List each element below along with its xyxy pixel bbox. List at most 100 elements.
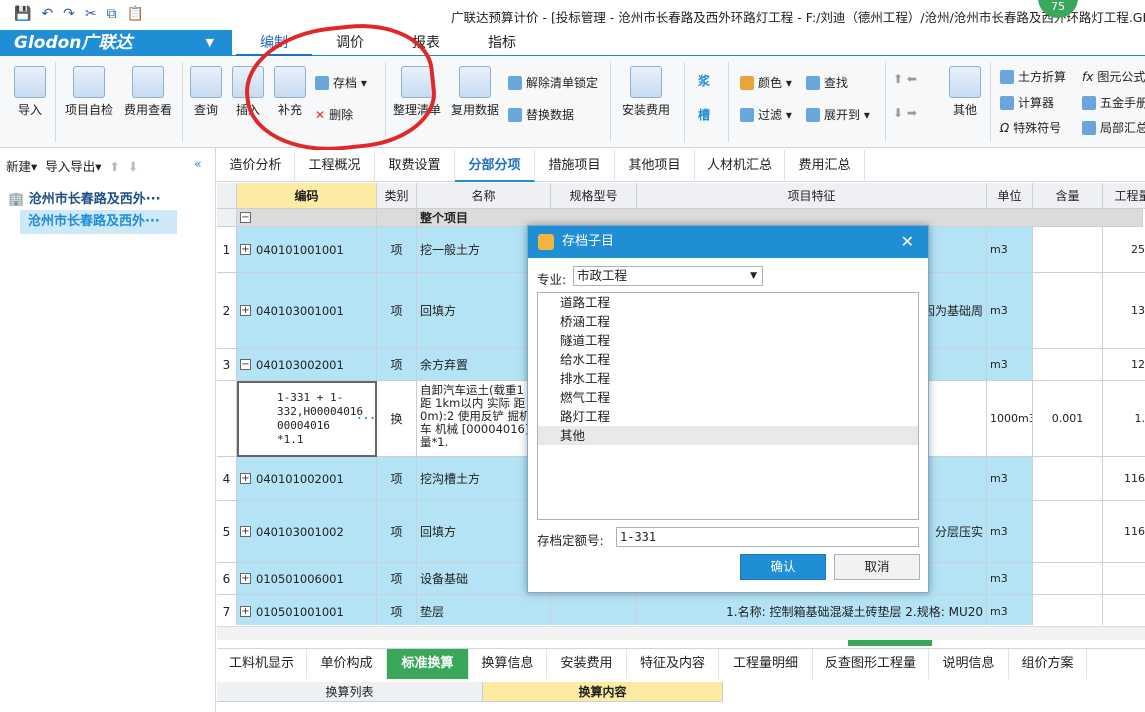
category-item[interactable]: 给水工程 — [538, 350, 918, 369]
down-arrow-icon[interactable]: ⬇ — [128, 159, 138, 174]
expand-icon[interactable]: + — [240, 606, 251, 617]
tab-sub-items[interactable]: 分部分项 — [455, 150, 535, 182]
tab-conversion-info[interactable]: 换算信息 — [469, 649, 547, 679]
code-cell[interactable]: +040103001001 — [237, 273, 377, 349]
tab-edit[interactable]: 编制 — [236, 30, 312, 56]
horizontal-scrollbar[interactable] — [217, 626, 1145, 640]
unit-cell[interactable]: m3 — [987, 227, 1033, 273]
category-item[interactable]: 排水工程 — [538, 369, 918, 388]
archive-button[interactable]: 存档 ▾ — [315, 74, 367, 91]
expand-icon[interactable]: + — [240, 573, 251, 584]
category-item[interactable]: 桥涵工程 — [538, 312, 918, 331]
paste-icon[interactable]: 📋 — [127, 6, 144, 22]
tab-labor-material[interactable]: 人材机汇总 — [695, 150, 785, 182]
tab-adjust-price[interactable]: 调价 — [312, 30, 388, 56]
content-cell[interactable]: 0.001 — [1033, 381, 1103, 457]
arrange-list-button[interactable]: 整理清单 — [390, 66, 444, 118]
reuse-data-button[interactable]: 复用数据 — [448, 66, 502, 118]
collapse-pane-icon[interactable]: « — [194, 156, 202, 171]
content-cell[interactable] — [1033, 457, 1103, 501]
column-header-name[interactable]: 名称 — [417, 183, 551, 209]
earth-calc-button[interactable]: 土方折算 — [1000, 68, 1066, 85]
slot-button[interactable]: 槽 — [698, 106, 710, 123]
partial-summary-button[interactable]: 局部汇总 — [1082, 119, 1145, 136]
cancel-button[interactable]: 取消 — [834, 554, 920, 580]
column-header-type[interactable]: 类别 — [377, 183, 417, 209]
close-icon[interactable]: ✕ — [901, 226, 914, 258]
filter-button[interactable]: 过滤 ▾ — [740, 106, 792, 123]
undo-icon[interactable]: ↶ — [41, 6, 53, 22]
copy-icon[interactable]: ⧉ — [107, 6, 117, 22]
tab-index[interactable]: 指标 — [464, 30, 540, 56]
query-button[interactable]: 查询 — [188, 66, 224, 118]
expand-icon[interactable]: + — [240, 244, 251, 255]
more-icon[interactable]: ··· — [356, 412, 375, 426]
splitter-handle[interactable] — [848, 640, 932, 646]
quantity-cell[interactable]: 1305 — [1103, 273, 1145, 349]
move-up-icon[interactable]: ⬆ ⬅ — [893, 72, 917, 86]
tab-other-items[interactable]: 其他项目 — [615, 150, 695, 182]
spec-cell[interactable] — [551, 595, 637, 625]
specialty-select[interactable]: 市政工程 ▼ — [573, 266, 763, 286]
color-button[interactable]: 颜色 ▾ — [740, 74, 792, 91]
expand-icon[interactable]: + — [240, 526, 251, 537]
type-cell[interactable]: 项 — [377, 273, 417, 349]
tab-reverse-check[interactable]: 反查图形工程量 — [813, 649, 929, 679]
other-button[interactable]: 其他 — [945, 66, 985, 118]
category-item[interactable]: 道路工程 — [538, 293, 918, 312]
quantity-cell[interactable]: 11657 — [1103, 501, 1145, 563]
tab-report[interactable]: 报表 — [388, 30, 464, 56]
code-cell[interactable]: +040101002001 — [237, 457, 377, 501]
expand-icon[interactable]: + — [240, 473, 251, 484]
tree-child-node[interactable]: 沧州市长春路及西外··· — [20, 210, 177, 234]
install-fee-button[interactable]: 安装费用 — [616, 66, 676, 118]
code-cell[interactable]: +010501006001 — [237, 563, 377, 595]
save-icon[interactable]: 💾 — [14, 6, 31, 22]
expand-to-button[interactable]: 展开到 ▾ — [806, 106, 870, 123]
import-export-button[interactable]: 导入导出▾ — [45, 159, 101, 174]
hardware-manual-button[interactable]: 五金手册 — [1082, 94, 1145, 111]
content-cell[interactable] — [1033, 349, 1103, 381]
type-cell[interactable]: 项 — [377, 457, 417, 501]
special-symbol-button[interactable]: Ω 特殊符号 — [1000, 119, 1061, 136]
quantity-cell[interactable]: 1.27 — [1103, 381, 1145, 457]
unit-cell[interactable]: m3 — [987, 349, 1033, 381]
cut-icon[interactable]: ✂ — [85, 6, 97, 22]
unit-cell[interactable]: m3 — [987, 457, 1033, 501]
move-down-icon[interactable]: ⬇ ➡ — [893, 106, 917, 120]
category-list[interactable]: 道路工程 桥涵工程 隧道工程 给水工程 排水工程 燃气工程 路灯工程 其他 — [537, 292, 919, 520]
quantity-cell[interactable]: 2584 — [1103, 227, 1145, 273]
chevron-down-icon[interactable]: ▼ — [206, 30, 214, 56]
category-item[interactable]: 路灯工程 — [538, 407, 918, 426]
type-cell[interactable]: 项 — [377, 563, 417, 595]
category-item[interactable]: 其他 — [538, 426, 918, 445]
tab-standard-conversion[interactable]: 标准换算 — [387, 649, 469, 679]
tab-fee-summary[interactable]: 费用汇总 — [785, 150, 865, 182]
category-item[interactable]: 隧道工程 — [538, 331, 918, 350]
tab-install-fee[interactable]: 安装费用 — [547, 649, 627, 679]
unit-cell[interactable]: m3 — [987, 563, 1033, 595]
quantity-cell[interactable]: 1279 — [1103, 349, 1145, 381]
quantity-cell[interactable] — [1103, 595, 1145, 625]
tab-unit-price[interactable]: 单价构成 — [307, 649, 387, 679]
content-cell[interactable] — [1033, 563, 1103, 595]
import-button[interactable]: 导入 — [10, 66, 50, 118]
tab-project-overview[interactable]: 工程概况 — [295, 150, 375, 182]
tab-features[interactable]: 特征及内容 — [627, 649, 719, 679]
confirm-button[interactable]: 确认 — [740, 554, 826, 580]
calculator-button[interactable]: 计算器 — [1000, 94, 1054, 111]
redo-icon[interactable]: ↷ — [63, 6, 75, 22]
tab-material-display[interactable]: 工料机显示 — [217, 649, 307, 679]
group-toggle-cell[interactable]: − — [237, 209, 377, 227]
type-cell[interactable]: 项 — [377, 349, 417, 381]
content-cell[interactable] — [1033, 501, 1103, 563]
fee-view-button[interactable]: 费用查看 — [120, 66, 176, 118]
collapse-icon[interactable]: − — [240, 212, 251, 223]
app-logo[interactable]: Glodon广联达 ▼ — [0, 30, 232, 56]
tab-cost-analysis[interactable]: 造价分析 — [217, 150, 295, 182]
tab-description[interactable]: 说明信息 — [929, 649, 1009, 679]
up-arrow-icon[interactable]: ⬆ — [110, 159, 120, 174]
column-header-spec[interactable]: 规格型号 — [551, 183, 637, 209]
unit-cell[interactable]: m3 — [987, 501, 1033, 563]
delete-button[interactable]: ✕ 删除 — [315, 106, 353, 123]
